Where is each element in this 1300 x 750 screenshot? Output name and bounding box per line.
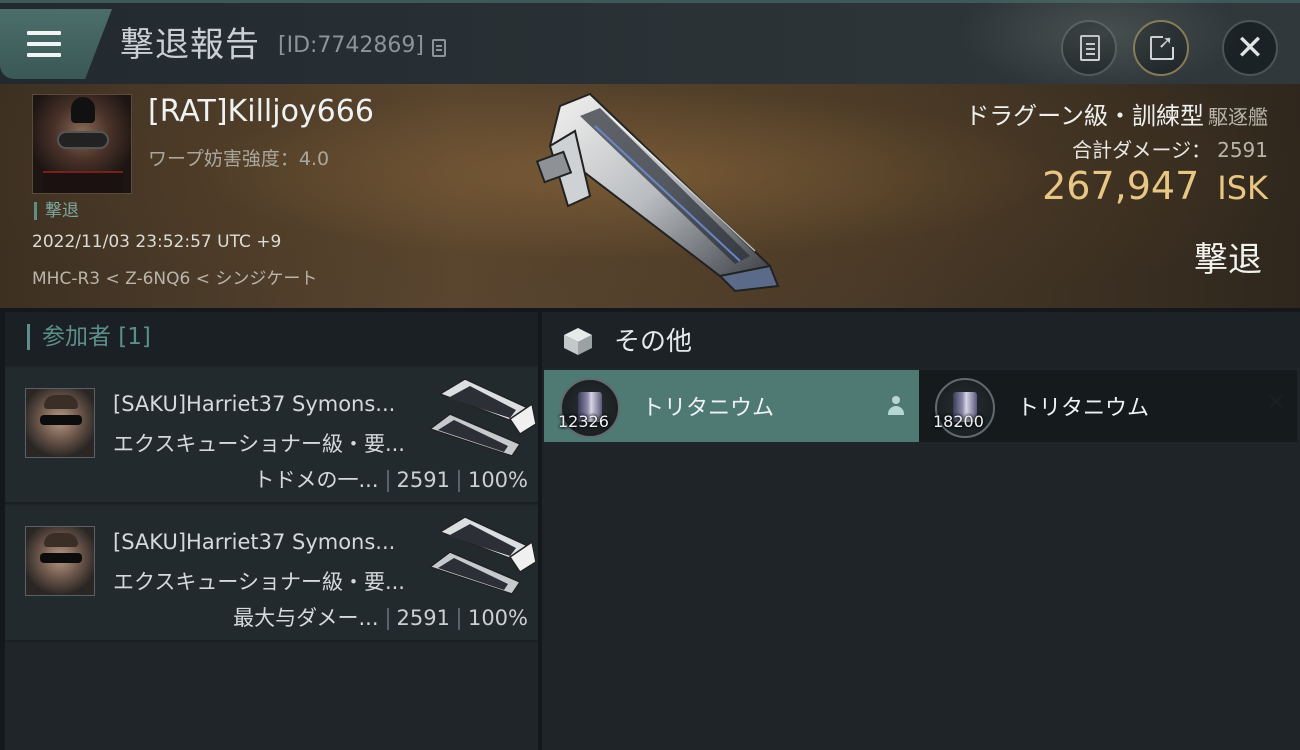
kill-report-screen: 撃退報告 [ID:7742869] ✕ [RAT]Killjoy666 ワープ妨…: [0, 0, 1300, 750]
isk-amount: 267,947: [1042, 164, 1200, 208]
total-damage: 合計ダメージ： 2591: [1072, 134, 1268, 163]
victim-avatar[interactable]: [32, 94, 132, 194]
isk-unit: ISK: [1217, 169, 1268, 207]
dropped-item[interactable]: 12326 トリタニウム: [544, 370, 919, 442]
participant-damage: 2591: [396, 606, 450, 630]
participant-ship: エクスキューショナー級・要...: [113, 432, 405, 456]
participant-label: トドメの一...: [253, 468, 379, 492]
share-button[interactable]: [1133, 20, 1189, 76]
total-damage-value: 2591: [1217, 138, 1268, 162]
participant-label: 最大与ダメー...: [233, 606, 379, 630]
participant-avatar[interactable]: [25, 526, 95, 596]
participant-ship-image[interactable]: [420, 374, 536, 466]
header-bar: 撃退報告 [ID:7742869] ✕: [0, 0, 1300, 93]
notes-button[interactable]: [1061, 20, 1117, 76]
warp-disruption-strength: ワープ妨害強度：4.0: [148, 148, 330, 170]
participant-ship-image[interactable]: [420, 512, 536, 604]
kill-timestamp: 2022/11/03 23:52:57 UTC +9: [32, 232, 282, 252]
victim-summary: [RAT]Killjoy666 ワープ妨害強度：4.0 撃退 2022/11/0…: [0, 84, 1300, 308]
total-damage-label: 合計ダメージ：: [1072, 138, 1212, 162]
participant-name: [SAKU]Harriet37 Symons...: [113, 392, 396, 416]
other-items-header: その他: [542, 312, 1300, 368]
copy-icon[interactable]: [432, 39, 446, 57]
destroyed-item[interactable]: 18200 トリタニウム ✕: [919, 370, 1297, 442]
clipboard-notes-icon: [1080, 35, 1100, 61]
participant-name: [SAKU]Harriet37 Symons...: [113, 530, 396, 554]
item-quantity: 12326: [558, 412, 609, 431]
ship-class-name: ドラグーン級・訓練型: [965, 102, 1204, 130]
person-icon: [887, 396, 905, 416]
ship-class: ドラグーン級・訓練型 駆逐艦: [965, 96, 1268, 131]
participant-stats: トドメの一... 2591 100%: [253, 464, 528, 494]
victim-ship-image[interactable]: [520, 86, 790, 296]
close-button[interactable]: ✕: [1222, 20, 1278, 76]
participant-row[interactable]: [SAKU]Harriet37 Symons... エクスキューショナー級・要.…: [5, 506, 538, 642]
participant-damage: 2591: [396, 468, 450, 492]
report-id: [ID:7742869]: [278, 33, 424, 58]
participant-stats: 最大与ダメー... 2591 100%: [233, 602, 528, 632]
participant-row[interactable]: [SAKU]Harriet37 Symons... エクスキューショナー級・要.…: [5, 368, 538, 504]
page-title: 撃退報告: [120, 25, 260, 65]
cargo-box-icon: [564, 328, 592, 355]
participant-percent: 100%: [467, 606, 528, 630]
menu-button[interactable]: [0, 9, 112, 79]
ship-role: 駆逐艦: [1208, 105, 1268, 129]
other-items-title: その他: [614, 327, 693, 357]
close-icon: ✕: [1235, 28, 1265, 68]
participants-header: 参加者 [1]: [5, 312, 538, 366]
item-quantity: 18200: [933, 412, 984, 431]
other-items-panel: その他 12326 トリタニウム 18200 トリタニウム ✕: [542, 312, 1300, 750]
item-name: トリタニウム: [642, 396, 775, 421]
kill-location[interactable]: MHC-R3 < Z-6NQ6 < シンジケート: [32, 264, 317, 289]
destroyed-mark-icon: ✕: [1265, 388, 1287, 418]
item-name: トリタニウム: [1017, 396, 1150, 421]
result-label: 撃退: [1194, 240, 1262, 280]
victim-name[interactable]: [RAT]Killjoy666: [148, 94, 374, 129]
hamburger-menu-icon: [27, 31, 61, 59]
isk-value: 267,947 ISK: [1042, 164, 1268, 208]
participant-percent: 100%: [467, 468, 528, 492]
participant-avatar[interactable]: [25, 388, 95, 458]
status-badge: 撃退: [34, 202, 79, 220]
share-external-icon: [1150, 32, 1174, 60]
participants-panel: 参加者 [1] [SAKU]Harriet37 Symons... エクスキュー…: [5, 312, 538, 750]
participants-title: 参加者 [1]: [27, 324, 151, 350]
participant-ship: エクスキューショナー級・要...: [113, 570, 405, 594]
